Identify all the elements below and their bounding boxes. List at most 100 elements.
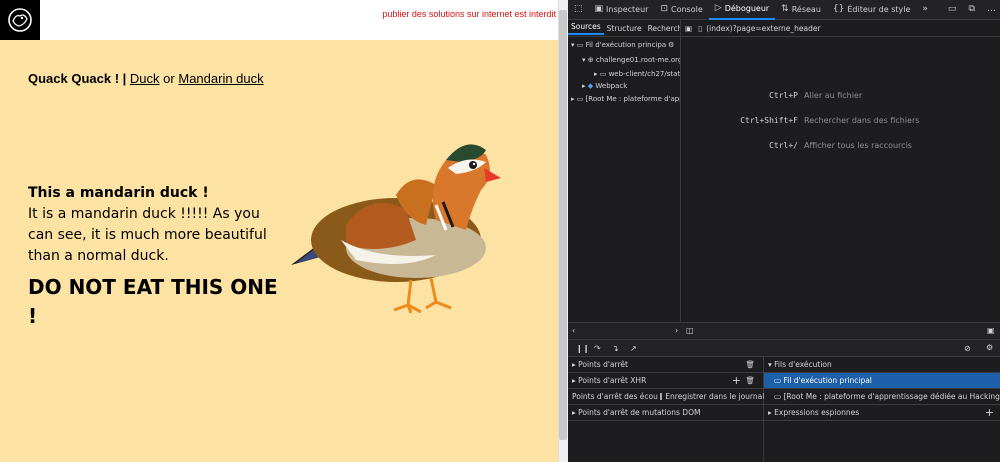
trash-icon[interactable]: 🗑	[745, 376, 755, 385]
thread-main[interactable]: ▭ Fil d'exécution principal	[764, 373, 1000, 389]
inspector-icon: ▣	[594, 4, 604, 14]
editor-footer: ‹ › ◫ ▣	[568, 322, 1000, 338]
plus-icon[interactable]: +	[985, 406, 994, 419]
tree-label: web-client/ch27/stat	[608, 70, 681, 78]
tree-item-folder[interactable]: ▸ ▭ web-client/ch27/stat	[594, 70, 680, 78]
dock-button[interactable]: ▭	[942, 0, 963, 20]
tree-item-main-thread[interactable]: ▾ ▭ Fil d'exécution principa	[571, 41, 666, 49]
tab-label: Console	[671, 5, 703, 14]
nav-separator: or	[163, 71, 175, 86]
section-label: Points d'arrêt des écou	[572, 392, 658, 401]
pause-icon[interactable]: ❙❙	[576, 344, 589, 353]
watch-expressions-section[interactable]: ▸ Expressions espionnes +	[764, 405, 1000, 421]
tab-network[interactable]: ⇅ Réseau	[775, 0, 827, 20]
nav-link-mandarin-duck[interactable]: Mandarin duck	[178, 71, 263, 86]
tree-item-webpack[interactable]: ▸ ◆ Webpack	[582, 82, 627, 90]
devtools-menu-button[interactable]: …	[981, 0, 1000, 20]
tree-label: Fil d'exécution principa	[585, 41, 667, 49]
responsive-icon: ⧉	[968, 4, 975, 14]
brand-title: Quack Quack ! |	[28, 71, 127, 86]
file-icon: ▯	[698, 23, 703, 33]
console-icon: ⊡	[660, 4, 668, 14]
shortcut-go-to-file: Ctrl+P Aller au fichier	[718, 91, 862, 100]
checkbox-label: Enregistrer dans le journal	[665, 392, 765, 401]
element-picker-button[interactable]: ⬚	[568, 0, 589, 20]
toggle-sidebar-icon[interactable]: ▣	[685, 24, 692, 33]
section-label: Points d'arrêt XHR	[578, 376, 647, 385]
shortcut-label: Rechercher dans des fichiers	[804, 116, 920, 125]
tab-label: Réseau	[791, 5, 821, 14]
plus-icon[interactable]: +	[732, 374, 741, 387]
top-bar: publier des solutions sur internet est i…	[0, 0, 558, 40]
debugger-icon: ▷	[714, 3, 722, 13]
breakpoints-pane: ▸ Points d'arrêt 🗑 ▸ Points d'arrêt XHR + 🗑…	[568, 357, 764, 462]
editor-tabs: ▣ ▯ (index)?page=externe_header	[681, 20, 1000, 37]
disable-breakpoints-icon[interactable]: ⊘	[964, 344, 971, 353]
shortcut-key: Ctrl+/	[769, 141, 798, 150]
nav-bar: Quack Quack ! | Duck or Mandarin duck	[28, 71, 264, 86]
editor-tab-file[interactable]: (index)?page=externe_header	[706, 24, 820, 33]
tree-item-domain[interactable]: ▾ ⊕ challenge01.root-me.org	[582, 56, 681, 64]
main-content: This a mandarin duck ! It is a mandarin …	[28, 185, 288, 331]
breakpoints-section[interactable]: ▸ Points d'arrêt 🗑	[568, 357, 763, 373]
debugger-controls: ❙❙ ↷ ↴ ↗ ⊘ ⚙	[568, 339, 1000, 357]
content-heading: This a mandarin duck !	[28, 185, 209, 201]
thread-label: Fil d'exécution principal	[783, 376, 872, 385]
step-in-icon[interactable]: ↴	[612, 344, 619, 353]
log-checkbox[interactable]	[660, 393, 663, 400]
scroll-right-icon[interactable]: ›	[675, 326, 678, 335]
more-tabs-button[interactable]: »	[916, 0, 934, 20]
dom-breakpoints-section[interactable]: ▸ Points d'arrêt de mutations DOM	[568, 405, 763, 421]
subtab-search[interactable]: Recherch	[645, 24, 680, 33]
thread-rootme[interactable]: ▭ [Root Me : plateforme d'apprentissage …	[764, 389, 1000, 405]
settings-icon[interactable]: ⚙	[986, 343, 993, 352]
tree-label: [Root Me : plateforme d'app	[585, 95, 681, 103]
thread-label: [Root Me : plateforme d'apprentissage dé…	[783, 392, 1000, 401]
dock-icon: ▭	[947, 4, 957, 14]
subtab-outline[interactable]: Structure	[604, 24, 645, 33]
toggle-panel-icon[interactable]: ▣	[987, 326, 995, 335]
step-over-icon[interactable]: ↷	[594, 344, 601, 353]
trash-icon[interactable]: 🗑	[745, 360, 755, 369]
warning-heading: DO NOT EAT THIS ONE !	[28, 275, 278, 328]
content-paragraph: It is a mandarin duck !!!!! As you can s…	[28, 206, 267, 264]
gear-icon[interactable]: ⚙	[668, 41, 674, 49]
tab-inspector[interactable]: ▣ Inspecteur	[589, 0, 655, 20]
chevron-double-right-icon: »	[922, 4, 928, 14]
picker-icon: ⬚	[574, 4, 583, 14]
warning-text: publier des solutions sur internet est i…	[382, 9, 556, 19]
pretty-print-icon[interactable]: ◫	[686, 326, 694, 335]
tree-item-rootme[interactable]: ▸ ▭ [Root Me : plateforme d'app	[571, 95, 681, 103]
section-label: Expressions espionnes	[774, 408, 860, 417]
shortcut-search-files: Ctrl+Shift+F Rechercher dans des fichiers	[718, 116, 919, 125]
mandarin-duck-image	[291, 144, 501, 314]
shortcut-label: Aller au fichier	[804, 91, 863, 100]
sources-pane: Sources Structure Recherch ▾ ▭ Fil d'exé…	[568, 20, 681, 338]
site-logo[interactable]	[0, 0, 40, 40]
section-label: Points d'arrêt de mutations DOM	[578, 408, 701, 417]
more-icon: …	[986, 4, 996, 14]
network-icon: ⇅	[781, 4, 789, 14]
style-editor-icon: {}	[832, 4, 845, 14]
tab-debugger[interactable]: ▷ Débogueur	[708, 0, 776, 20]
tab-console[interactable]: ⊡ Console	[654, 0, 708, 20]
tab-label: Inspecteur	[606, 5, 649, 14]
shortcut-key: Ctrl+P	[769, 91, 798, 100]
step-out-icon[interactable]: ↗	[630, 344, 637, 353]
scroll-left-icon[interactable]: ‹	[572, 326, 575, 335]
xhr-breakpoints-section[interactable]: ▸ Points d'arrêt XHR + 🗑	[568, 373, 763, 389]
webpack-icon: ◆	[587, 82, 594, 90]
sources-subtabs: Sources Structure Recherch	[568, 20, 680, 37]
web-page: publier des solutions sur internet est i…	[0, 0, 558, 462]
tree-label: challenge01.root-me.org	[595, 56, 681, 64]
subtab-sources[interactable]: Sources	[568, 22, 604, 35]
threads-pane: ▾ Fils d'exécution ▭ Fil d'exécution pri…	[764, 357, 1000, 462]
tree-label: Webpack	[595, 82, 628, 90]
tab-label: Débogueur	[724, 4, 770, 13]
threads-section[interactable]: ▾ Fils d'exécution	[764, 357, 1000, 373]
tab-style-editor[interactable]: {} Éditeur de style	[827, 0, 917, 20]
page-scrollbar-thumb[interactable]	[559, 10, 567, 440]
nav-link-duck[interactable]: Duck	[130, 71, 160, 86]
event-listener-breakpoints[interactable]: Points d'arrêt des écou Enregistrer dans…	[568, 389, 765, 405]
responsive-button[interactable]: ⧉	[962, 0, 980, 20]
